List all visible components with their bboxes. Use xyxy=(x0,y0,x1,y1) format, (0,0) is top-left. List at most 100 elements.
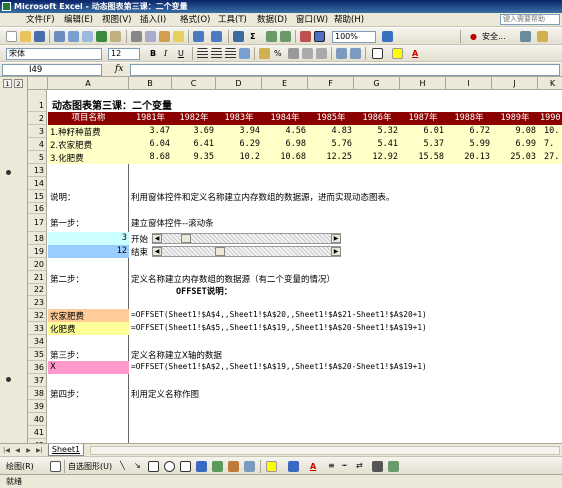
autosum-icon[interactable]: Σ xyxy=(250,31,255,42)
select-objects-icon[interactable] xyxy=(50,461,61,472)
row-header[interactable]: 38 xyxy=(28,387,47,400)
data-cell[interactable]: 6.41 xyxy=(172,139,214,149)
name3-cell[interactable] xyxy=(48,361,129,374)
align-left-icon[interactable] xyxy=(197,48,208,59)
step4-text[interactable]: 利用定义名称作图 xyxy=(131,388,199,400)
data-cell[interactable]: 27. xyxy=(538,152,562,162)
column-header-i[interactable]: I xyxy=(446,77,492,90)
start-scrollbar[interactable]: ◀ ▶ xyxy=(152,233,341,244)
line-style-icon[interactable]: ≡ xyxy=(328,460,335,471)
header-cell-year[interactable]: 1984年 xyxy=(262,112,308,125)
align-right-icon[interactable] xyxy=(225,48,236,59)
data-cell[interactable]: 6.98 xyxy=(262,139,306,149)
step1-text[interactable]: 建立窗体控件--滚动条 xyxy=(131,217,214,229)
row-header[interactable]: 39 xyxy=(28,400,47,413)
header-cell-year[interactable]: 1981年 xyxy=(129,112,172,125)
scroll-left-arrow[interactable]: ◀ xyxy=(152,247,162,256)
data-cell[interactable]: 4.83 xyxy=(308,126,352,136)
row-header[interactable]: 41 xyxy=(28,426,47,439)
row-header[interactable]: 2 xyxy=(28,112,47,125)
step4-label[interactable]: 第四步： xyxy=(50,388,84,400)
scroll-right-arrow[interactable]: ▶ xyxy=(331,234,341,243)
data-cell[interactable]: 6.29 xyxy=(216,139,260,149)
header-cell-project[interactable]: 项目名称 xyxy=(48,112,129,125)
excel-app-icon[interactable] xyxy=(2,2,11,11)
data-cell[interactable]: 15.58 xyxy=(400,152,444,162)
data-cell[interactable]: 20.13 xyxy=(446,152,490,162)
row-label[interactable]: 2.农家肥费 xyxy=(50,139,92,151)
3d-icon[interactable] xyxy=(388,461,399,472)
column-header-d[interactable]: D xyxy=(216,77,262,90)
explain-label[interactable]: 说明： xyxy=(50,191,76,203)
start-label[interactable]: 开始 xyxy=(131,233,148,245)
row-header[interactable]: 35 xyxy=(28,348,47,361)
row-header[interactable]: 33 xyxy=(28,322,47,335)
line-color-icon[interactable] xyxy=(288,461,299,472)
data-cell[interactable]: 6.01 xyxy=(400,126,444,136)
sort-descending-icon[interactable] xyxy=(280,31,291,42)
percent-icon[interactable]: % xyxy=(274,48,282,59)
data-cell[interactable]: 8.68 xyxy=(129,152,170,162)
font-color-icon[interactable]: A xyxy=(310,461,316,472)
wordart-icon[interactable] xyxy=(196,461,207,472)
menu-format[interactable]: 格式(O) xyxy=(180,14,210,26)
scroll-right-arrow[interactable]: ▶ xyxy=(331,247,341,256)
fill-color-icon[interactable] xyxy=(266,461,277,472)
header-cell-year[interactable]: 1988年 xyxy=(446,112,492,125)
fx-icon[interactable]: fx xyxy=(115,64,123,74)
data-cell[interactable]: 6.72 xyxy=(446,126,490,136)
previous-sheet-icon[interactable]: ◀ xyxy=(13,446,22,455)
paste-icon[interactable] xyxy=(159,31,170,42)
header-cell-year[interactable]: 1986年 xyxy=(354,112,400,125)
step2-label[interactable]: 第二步： xyxy=(50,273,84,285)
row-header[interactable]: 36 xyxy=(28,361,47,374)
menu-file[interactable]: 文件(F) xyxy=(26,14,55,26)
spelling-icon[interactable] xyxy=(96,31,107,42)
data-cell[interactable]: 6.04 xyxy=(129,139,170,149)
outline-expand-dot[interactable] xyxy=(6,170,11,175)
step2-text[interactable]: 定义名称建立内存数组的数据源（有二个变量的情况） xyxy=(131,273,335,285)
explain-text[interactable]: 利用窗体控件和定义名称建立内存数组的数据源，进而实现动态图表。 xyxy=(131,191,395,203)
security-icon[interactable]: ● xyxy=(470,31,477,42)
menu-window[interactable]: 窗口(W) xyxy=(296,14,328,26)
currency-icon[interactable] xyxy=(259,48,270,59)
formula2[interactable]: =OFFSET(Sheet1!$A$5,,Sheet1!$A$19,,Sheet… xyxy=(131,323,427,332)
horizontal-scrollbar[interactable] xyxy=(90,446,560,455)
menu-help[interactable]: 帮助(H) xyxy=(334,14,364,26)
formula3[interactable]: =OFFSET(Sheet1!$A$2,,Sheet1!$A$19,,Sheet… xyxy=(131,362,427,371)
data-cell[interactable]: 3.94 xyxy=(216,126,260,136)
step3-text[interactable]: 定义名称建立X轴的数据 xyxy=(131,349,222,361)
row-header[interactable]: 37 xyxy=(28,374,47,387)
data-cell[interactable]: 5.41 xyxy=(354,139,398,149)
clipart-icon[interactable] xyxy=(228,461,239,472)
row-label[interactable]: 3.化肥费 xyxy=(50,152,84,164)
outline-level-1-button[interactable]: 1 xyxy=(3,79,12,88)
chart-wizard-icon[interactable] xyxy=(300,31,311,42)
font-select[interactable]: 宋体 xyxy=(6,48,102,60)
header-cell-year[interactable]: 1982年 xyxy=(172,112,216,125)
step3-label[interactable]: 第三步： xyxy=(50,349,84,361)
name-box[interactable]: I49 xyxy=(2,64,102,76)
column-header-g[interactable]: G xyxy=(354,77,400,90)
data-cell[interactable]: 4.56 xyxy=(262,126,306,136)
column-header-k[interactable]: K xyxy=(538,77,562,90)
undo-icon[interactable] xyxy=(193,31,204,42)
column-header-a[interactable]: A xyxy=(48,77,129,90)
security-button[interactable]: 安全... xyxy=(482,31,506,42)
open-icon[interactable] xyxy=(20,31,31,42)
data-cell[interactable]: 10.2 xyxy=(216,152,260,162)
row-header[interactable]: 32 xyxy=(28,309,47,322)
scrollbar-thumb[interactable] xyxy=(181,234,191,243)
data-cell[interactable]: 9.35 xyxy=(172,152,214,162)
row-header[interactable]: 22 xyxy=(28,284,47,296)
header-cell-year[interactable]: 1983年 xyxy=(216,112,262,125)
menu-view[interactable]: 视图(V) xyxy=(102,14,131,26)
outline-expand-dot[interactable] xyxy=(6,377,11,382)
data-cell[interactable]: 6.99 xyxy=(492,139,536,149)
zoom-select[interactable]: 100% xyxy=(332,31,376,43)
font-color-icon[interactable]: A xyxy=(412,48,418,59)
menu-insert[interactable]: 插入(I) xyxy=(140,14,166,26)
column-header-e[interactable]: E xyxy=(262,77,308,90)
header-cell-year[interactable]: 1990 xyxy=(538,112,562,125)
header-cell-year[interactable]: 1989年 xyxy=(492,112,538,125)
